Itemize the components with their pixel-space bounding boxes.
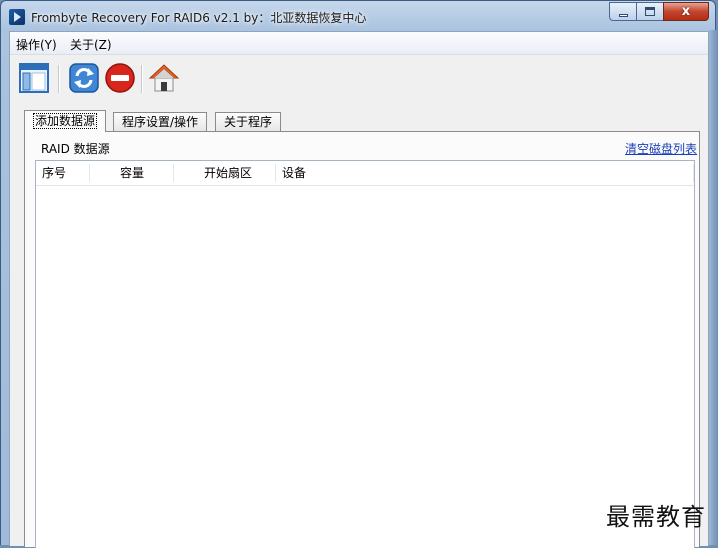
window-controls: x (609, 2, 709, 21)
refresh-icon[interactable] (68, 62, 100, 94)
menu-bar: 操作(Y) 关于(Z) (10, 32, 708, 55)
tab-panel: RAID 数据源 清空磁盘列表 序号 容量 开始扇区 设备 (24, 131, 700, 548)
home-icon[interactable] (148, 62, 180, 94)
disk-list[interactable]: 序号 容量 开始扇区 设备 (35, 160, 695, 548)
tab-label: 程序设置/操作 (122, 115, 199, 129)
column-header-device[interactable]: 设备 (276, 161, 694, 185)
tab-label: 添加数据源 (33, 113, 98, 129)
toolbar (10, 55, 708, 101)
list-header: 序号 容量 开始扇区 设备 (36, 161, 694, 186)
window-title: Frombyte Recovery For RAID6 v2.1 by：北亚数据… (31, 11, 367, 25)
tab-about-program[interactable]: 关于程序 (215, 112, 282, 131)
clear-disk-list-link[interactable]: 清空磁盘列表 (625, 140, 697, 157)
minimize-icon (619, 14, 628, 17)
toolbar-separator (58, 65, 60, 93)
menu-operate[interactable]: 操作(Y) (16, 36, 57, 53)
stop-icon[interactable] (104, 62, 136, 94)
maximize-button[interactable] (636, 2, 663, 21)
app-icon[interactable] (9, 9, 25, 25)
menu-about[interactable]: 关于(Z) (70, 36, 112, 53)
column-header-index[interactable]: 序号 (36, 161, 90, 185)
raid-source-label: RAID 数据源 (41, 142, 110, 156)
app-window: Frombyte Recovery For RAID6 v2.1 by：北亚数据… (0, 0, 717, 548)
minimize-button[interactable] (609, 2, 636, 21)
tab-label: 关于程序 (224, 115, 273, 129)
close-button[interactable]: x (663, 2, 709, 21)
toolbar-separator (141, 65, 143, 93)
maximize-icon (645, 7, 655, 16)
title-bar[interactable]: Frombyte Recovery For RAID6 v2.1 by：北亚数据… (1, 1, 717, 31)
tab-program-settings[interactable]: 程序设置/操作 (113, 112, 208, 131)
tab-add-data-source[interactable]: 添加数据源 (24, 110, 107, 132)
close-icon: x (681, 4, 691, 19)
column-header-start-sector[interactable]: 开始扇区 (174, 161, 276, 185)
client-area: 操作(Y) 关于(Z) 添加数据源 程序设置/操作 关于程序 RAID 数据源 … (9, 31, 709, 548)
watermark: 最需教育 (606, 503, 706, 531)
column-header-capacity[interactable]: 容量 (90, 161, 174, 185)
panel-icon[interactable] (18, 62, 50, 94)
window-border-right (709, 30, 718, 545)
